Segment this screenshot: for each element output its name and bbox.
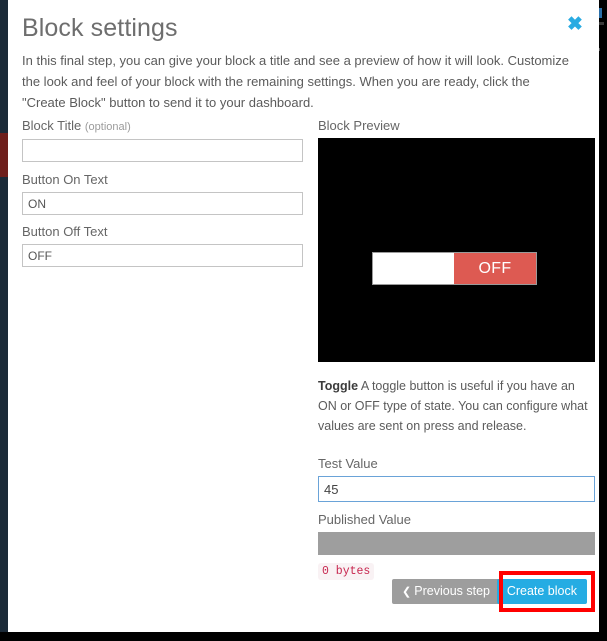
block-preview-label: Block Preview <box>318 118 400 133</box>
button-off-text-input[interactable] <box>22 244 303 267</box>
toggle-preview[interactable]: OFF <box>372 252 537 285</box>
button-off-text-label: Button Off Text <box>22 224 108 239</box>
close-icon[interactable]: ✖ <box>564 14 586 36</box>
published-value-bar <box>318 532 595 555</box>
block-type-description-text: A toggle button is useful if you have an… <box>318 379 588 433</box>
background-left-strip <box>0 0 8 641</box>
test-value-label: Test Value <box>318 456 378 471</box>
page-title: Block settings <box>22 14 178 42</box>
modal-intro-text: In this final step, you can give your bl… <box>22 53 569 110</box>
chevron-left-icon: ❮ <box>402 586 412 598</box>
preview-panel: Block Preview OFF Toggle A toggle button… <box>318 118 595 580</box>
previous-step-button[interactable]: ❮ Previous step <box>392 579 500 604</box>
toggle-state-label: OFF <box>454 253 536 284</box>
settings-form: Block Title (optional) Button On Text Bu… <box>22 118 303 276</box>
background-left-accent <box>0 133 8 177</box>
bottom-bar <box>0 632 607 641</box>
button-on-text-label: Button On Text <box>22 172 108 187</box>
block-title-optional-note: (optional) <box>84 121 131 133</box>
page-root: ▐ █ ✖ Block settings In this final step,… <box>0 0 607 641</box>
block-type-name: Toggle <box>318 379 359 393</box>
published-value-label: Published Value <box>318 512 411 527</box>
field-button-off-text: Button Off Text <box>22 224 303 267</box>
button-on-text-input[interactable] <box>22 192 303 215</box>
published-bytes-badge: 0 bytes <box>318 563 375 580</box>
block-settings-modal: ✖ Block settings In this final step, you… <box>8 0 599 632</box>
modal-footer: ❮ Previous step Create block <box>8 571 599 621</box>
field-button-on-text: Button On Text <box>22 172 303 215</box>
block-title-label: Block Title (optional) <box>22 118 303 135</box>
block-title-input[interactable] <box>22 139 303 162</box>
block-title-label-text: Block Title <box>22 118 82 133</box>
block-type-description: Toggle A toggle button is useful if you … <box>318 376 591 436</box>
create-block-button[interactable]: Create block <box>496 579 587 604</box>
test-value-input[interactable] <box>318 476 595 502</box>
block-preview-canvas: OFF <box>318 138 595 362</box>
toggle-track <box>373 253 454 284</box>
previous-step-label: Previous step <box>414 584 490 598</box>
field-block-title: Block Title (optional) <box>22 118 303 162</box>
